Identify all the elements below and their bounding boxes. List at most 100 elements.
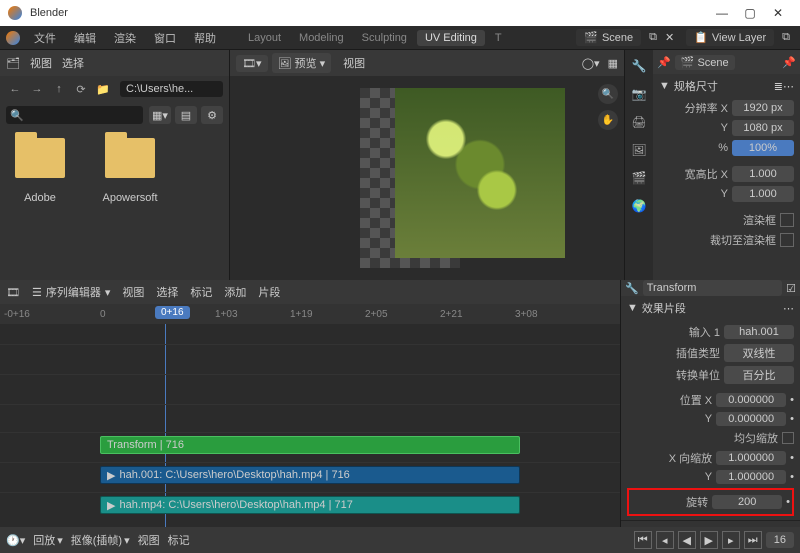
seq-marker-menu[interactable]: 标记 bbox=[190, 284, 212, 300]
aspx-field[interactable]: 1.000 bbox=[732, 166, 794, 182]
preset-icon[interactable]: ≣ bbox=[774, 80, 783, 93]
strip-hah-mp4[interactable]: ▶hah.mp4: C:\Users\hero\Desktop\hah.mp4 … bbox=[100, 496, 520, 514]
filter-icon[interactable]: ▤ bbox=[175, 106, 197, 124]
pan-icon[interactable]: ✋ bbox=[598, 110, 618, 130]
play-icon[interactable]: ▶ bbox=[700, 531, 718, 549]
effect-panel-header[interactable]: ▼ 效果片段 ⋯ bbox=[621, 296, 800, 320]
key-dot-icon[interactable]: • bbox=[790, 394, 794, 406]
scene-icon[interactable]: 🎬 bbox=[629, 168, 649, 188]
pct-field[interactable]: 100% bbox=[732, 140, 794, 156]
mute-checkbox[interactable]: ☑ bbox=[786, 282, 796, 295]
minimize-button[interactable]: — bbox=[708, 3, 736, 23]
timeline-marker-menu[interactable]: 标记 bbox=[168, 532, 190, 548]
preview-view-menu[interactable]: 视图 bbox=[343, 55, 365, 71]
key-dot-icon[interactable]: • bbox=[790, 452, 794, 464]
browse-icon[interactable]: ⧉ bbox=[645, 31, 661, 44]
key-dot-icon[interactable]: • bbox=[790, 471, 794, 483]
tab-layout[interactable]: Layout bbox=[240, 30, 289, 46]
editor-type-icon[interactable]: 🎞▾ bbox=[236, 55, 268, 72]
tab-modeling[interactable]: Modeling bbox=[291, 30, 352, 46]
strip-hah001[interactable]: ▶hah.001: C:\Users\hero\Desktop\hah.mp4 … bbox=[100, 466, 520, 484]
jump-start-icon[interactable]: ⏮ bbox=[634, 531, 652, 549]
crop-checkbox[interactable] bbox=[780, 233, 794, 247]
strip-name-field[interactable]: Transform bbox=[643, 280, 782, 296]
next-key-icon[interactable]: ▸ bbox=[722, 531, 740, 549]
dimensions-panel-header[interactable]: ▼ 规格尺寸 ≣ ⋯ bbox=[653, 74, 800, 98]
display-mode-icon[interactable]: ▦▾ bbox=[149, 106, 171, 124]
browse-layer-icon[interactable]: ⧉ bbox=[778, 31, 794, 44]
posy-field[interactable]: 0.000000 bbox=[716, 412, 786, 426]
editor-type-icon[interactable]: 🗂 bbox=[6, 57, 20, 70]
browser-select-menu[interactable]: 选择 bbox=[62, 55, 84, 71]
options-icon[interactable]: ⋯ bbox=[783, 80, 794, 93]
tab-uv-editing[interactable]: UV Editing bbox=[417, 30, 485, 46]
wrench-icon[interactable]: 🔧 bbox=[629, 56, 649, 76]
viewlayer-icon[interactable]: 🖼 bbox=[629, 140, 649, 160]
unit-dropdown[interactable]: 百分比 bbox=[724, 366, 794, 384]
playhead[interactable]: 0+16 bbox=[155, 306, 190, 319]
display-icon[interactable]: ▦ bbox=[608, 57, 618, 70]
close-button[interactable]: ✕ bbox=[764, 3, 792, 23]
keying-dropdown[interactable]: 抠像(插帧) ▾ bbox=[71, 532, 130, 548]
strip-transform[interactable]: Transform | 716 bbox=[100, 436, 520, 454]
play-reverse-icon[interactable]: ◀ bbox=[678, 531, 696, 549]
input1-field[interactable]: hah.001 bbox=[724, 325, 794, 339]
wrench-icon[interactable]: 🔧 bbox=[625, 282, 639, 295]
output-icon[interactable]: 🖨 bbox=[629, 112, 649, 132]
key-dot-icon[interactable]: • bbox=[786, 496, 790, 508]
border-checkbox[interactable] bbox=[780, 213, 794, 227]
zoom-icon[interactable]: 🔍 bbox=[598, 84, 618, 104]
nav-forward-icon[interactable]: → bbox=[28, 80, 46, 98]
jump-end-icon[interactable]: ⏭ bbox=[744, 531, 762, 549]
seq-select-menu[interactable]: 选择 bbox=[156, 284, 178, 300]
current-frame-field[interactable]: 16 bbox=[766, 532, 794, 548]
menu-render[interactable]: 渲染 bbox=[106, 27, 144, 49]
folder-apowersoft[interactable]: Apowersoft bbox=[100, 138, 160, 270]
prev-key-icon[interactable]: ◂ bbox=[656, 531, 674, 549]
nav-refresh-icon[interactable]: ⟳ bbox=[72, 80, 90, 98]
seq-view-menu[interactable]: 视图 bbox=[122, 284, 144, 300]
nav-newfolder-icon[interactable]: 📁 bbox=[94, 80, 112, 98]
props-scene-selector[interactable]: 🎬 Scene bbox=[675, 55, 735, 70]
folder-adobe[interactable]: Adobe bbox=[10, 138, 70, 270]
nav-back-icon[interactable]: ← bbox=[6, 80, 24, 98]
playback-dropdown[interactable]: 回放 ▾ bbox=[33, 532, 63, 548]
scaley-field[interactable]: 1.000000 bbox=[716, 470, 786, 484]
rot-field[interactable]: 200 bbox=[712, 495, 782, 509]
key-dot-icon[interactable]: • bbox=[790, 413, 794, 425]
menu-file[interactable]: 文件 bbox=[26, 27, 64, 49]
tab-more[interactable]: T bbox=[487, 30, 510, 46]
render-icon[interactable]: 📷 bbox=[629, 84, 649, 104]
file-search-input[interactable]: 🔍 bbox=[6, 106, 143, 124]
pin-icon[interactable]: 📌 bbox=[657, 56, 671, 69]
path-field[interactable]: C:\Users\he... bbox=[120, 81, 223, 97]
posx-field[interactable]: 0.000000 bbox=[716, 393, 786, 407]
menu-help[interactable]: 帮助 bbox=[186, 27, 224, 49]
timeline-ruler[interactable]: -0+16 0 0+16 1+03 1+19 2+05 2+21 3+08 bbox=[0, 304, 620, 324]
timeline-view-menu[interactable]: 视图 bbox=[138, 532, 160, 548]
uniform-checkbox[interactable] bbox=[782, 432, 794, 444]
seq-editor-dropdown[interactable]: ☰ 序列编辑器 ▾ bbox=[32, 284, 110, 300]
close-scene-icon[interactable]: ✕ bbox=[665, 31, 674, 44]
world-icon[interactable]: 🌍 bbox=[629, 196, 649, 216]
seq-add-menu[interactable]: 添加 bbox=[224, 284, 246, 300]
res-x-field[interactable]: 1920 px bbox=[732, 100, 794, 116]
menu-window[interactable]: 窗口 bbox=[146, 27, 184, 49]
maximize-button[interactable]: ▢ bbox=[736, 3, 764, 23]
nav-up-icon[interactable]: ↑ bbox=[50, 80, 68, 98]
scene-selector[interactable]: 🎬 Scene bbox=[576, 29, 641, 46]
scalex-field[interactable]: 1.000000 bbox=[716, 451, 786, 465]
interp-dropdown[interactable]: 双线性 bbox=[724, 344, 794, 362]
seq-strip-menu[interactable]: 片段 bbox=[258, 284, 280, 300]
preview-mode-dropdown[interactable]: 🖼 预览 ▾ bbox=[272, 53, 332, 73]
aspy-field[interactable]: 1.000 bbox=[732, 186, 794, 202]
pin-right-icon[interactable]: 📌 bbox=[782, 56, 796, 69]
options-icon[interactable]: ⋯ bbox=[783, 302, 794, 315]
viewlayer-selector[interactable]: 📋 View Layer bbox=[686, 29, 774, 46]
timeline-editor-icon[interactable]: 🕐▾ bbox=[6, 534, 25, 547]
menu-edit[interactable]: 编辑 bbox=[66, 27, 104, 49]
res-y-field[interactable]: 1080 px bbox=[732, 120, 794, 136]
browser-view-menu[interactable]: 视图 bbox=[30, 55, 52, 71]
sequencer-tracks[interactable]: Transform | 716 ▶hah.001: C:\Users\hero\… bbox=[0, 324, 620, 527]
settings-icon[interactable]: ⚙ bbox=[201, 106, 223, 124]
